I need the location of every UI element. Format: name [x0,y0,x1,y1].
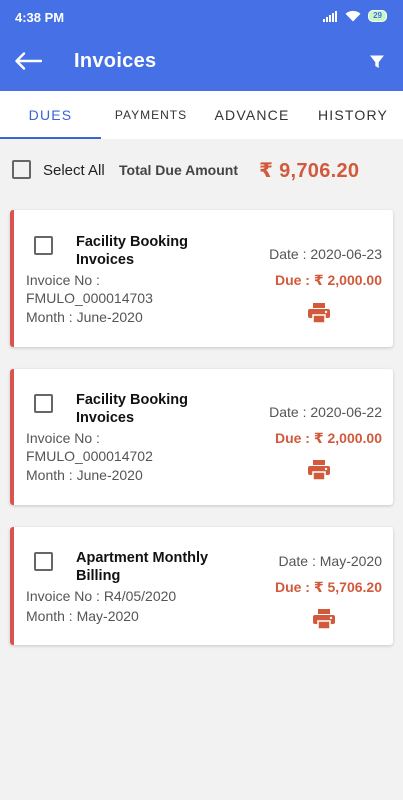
wifi-icon [345,10,361,22]
status-time: 4:38 PM [15,10,65,25]
invoice-title: Facility Booking Invoices [76,234,188,268]
invoice-number-label: Invoice No : [26,430,100,446]
status-icons: 29 [323,10,387,22]
invoice-title: Apartment Monthly Billing [76,550,209,584]
invoice-card[interactable]: Facility Booking Invoices Invoice No : F… [10,210,393,347]
invoice-checkbox[interactable] [34,552,53,571]
invoice-date: Date : 2020-06-23 [269,246,382,262]
invoice-number: FMULO_000014702 [26,448,153,464]
print-button[interactable] [307,459,331,481]
signal-icon [323,10,338,22]
dues-summary: Select All Total Due Amount ₹ 9,706.20 [0,150,403,190]
total-due-amount: ₹ 9,706.20 [259,160,360,182]
invoice-date: Date : May-2020 [278,553,383,569]
select-all-label: Select All [43,162,105,179]
invoice-number: Invoice No : R4/05/2020 [26,588,177,604]
tab-history[interactable]: HISTORY [303,91,403,139]
filter-icon [370,55,384,68]
app-bar: 4:38 PM 29 Invoices [0,0,403,91]
page-title: Invoices [74,50,157,72]
invoice-card[interactable]: Apartment Monthly Billing Invoice No : R… [10,527,393,645]
printer-icon [313,609,335,630]
toolbar: Invoices [0,34,403,91]
tab-payments[interactable]: PAYMENTS [101,91,201,139]
tab-dues[interactable]: DUES [0,91,101,139]
invoice-due: Due : ₹ 2,000.00 [274,272,382,288]
invoice-month: Month : June-2020 [26,309,143,325]
tab-bar: DUES PAYMENTS ADVANCE HISTORY [0,91,403,139]
invoice-due: Due : ₹ 5,706.20 [274,579,382,595]
invoice-month: Month : May-2020 [26,608,139,624]
invoice-month: Month : June-2020 [26,467,143,483]
status-bar: 4:38 PM 29 [0,0,403,34]
battery-icon: 29 [368,10,387,22]
invoice-due: Due : ₹ 2,000.00 [274,430,382,446]
filter-button[interactable] [363,48,391,76]
invoice-date: Date : 2020-06-22 [269,404,382,420]
invoice-title: Facility Booking Invoices [76,392,188,426]
print-button[interactable] [312,608,336,630]
invoice-checkbox[interactable] [34,394,53,413]
arrow-left-icon [15,52,42,70]
print-button[interactable] [307,302,331,324]
invoice-checkbox[interactable] [34,236,53,255]
back-button[interactable] [10,46,46,76]
invoice-number: FMULO_000014703 [26,290,153,306]
invoice-card[interactable]: Facility Booking Invoices Invoice No : F… [10,369,393,505]
printer-icon [308,303,330,324]
total-due-label: Total Due Amount [119,162,238,178]
invoice-number-label: Invoice No : [26,272,100,288]
tab-advance[interactable]: ADVANCE [201,91,303,139]
printer-icon [308,460,330,481]
select-all-checkbox[interactable] [12,160,31,179]
